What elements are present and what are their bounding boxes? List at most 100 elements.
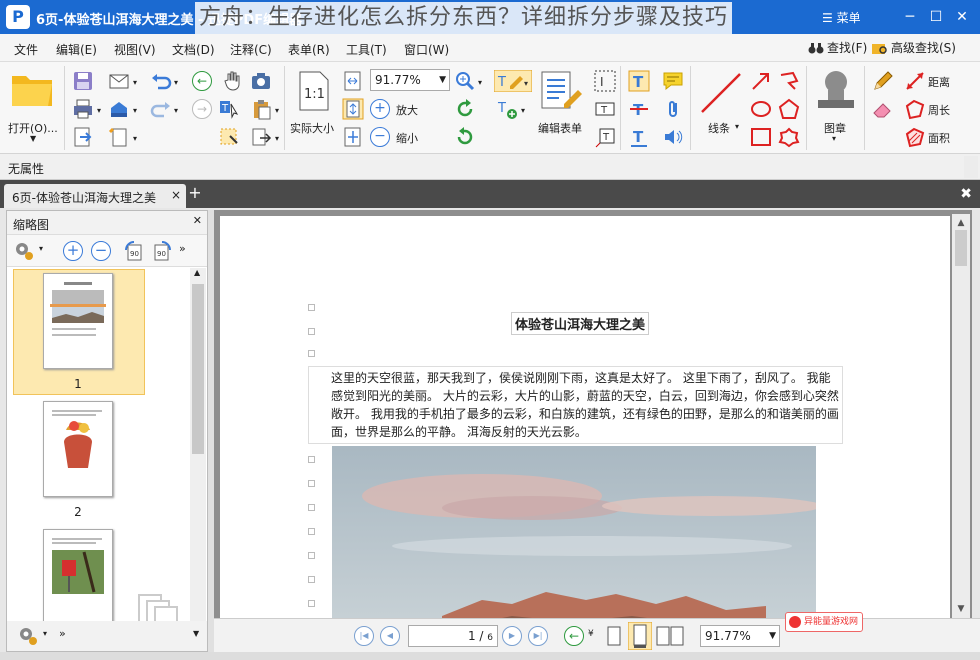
eraser-icon[interactable] xyxy=(872,98,894,120)
email-dropdown-icon[interactable]: ▾ xyxy=(133,78,137,87)
find-button[interactable]: 查找(F) xyxy=(808,39,867,56)
edit-form-label[interactable]: 编辑表单 xyxy=(538,120,582,136)
property-bar-scroll[interactable] xyxy=(964,156,978,178)
new-document-icon[interactable] xyxy=(108,126,130,148)
page-thumbnail-3[interactable] xyxy=(43,529,113,625)
shrink-thumbnails-icon[interactable]: − xyxy=(91,241,111,261)
strikeout-icon[interactable]: T xyxy=(628,98,650,120)
print-dropdown-icon[interactable]: ▾ xyxy=(97,106,101,115)
distance-icon[interactable] xyxy=(904,70,926,92)
continuous-page-icon[interactable] xyxy=(628,622,652,650)
back-icon[interactable]: ← xyxy=(564,626,584,646)
perimeter-label[interactable]: 周长 xyxy=(928,102,950,118)
status-zoom-select[interactable]: 91.77% ▼ xyxy=(700,625,780,647)
edit-content-icon[interactable]: T ▾ xyxy=(494,70,532,92)
scrollbar-thumb[interactable] xyxy=(955,230,967,266)
arrow-tool-icon[interactable] xyxy=(750,70,772,92)
extract-dropdown-icon[interactable]: ▾ xyxy=(275,134,279,143)
add-text-dropdown-icon[interactable]: ▾ xyxy=(521,106,525,115)
line-dropdown-icon[interactable]: ▾ xyxy=(735,122,739,131)
perimeter-icon[interactable] xyxy=(904,98,926,120)
first-page-icon[interactable]: |◀ xyxy=(354,626,374,646)
document-tab[interactable]: 6页-体验苍山洱海大理之美 × xyxy=(4,184,186,208)
scan-icon[interactable] xyxy=(108,98,130,120)
camera-icon[interactable] xyxy=(250,70,272,92)
page-number-input[interactable]: 1 / 6 xyxy=(408,625,498,647)
edit-form-icon[interactable] xyxy=(540,70,586,112)
history-dropdown-icon[interactable]: ¥ xyxy=(588,629,594,639)
fit-visible-icon[interactable] xyxy=(342,126,364,148)
fit-page-icon[interactable] xyxy=(342,98,364,120)
main-menu-button[interactable]: ☰ 菜单 xyxy=(822,9,861,26)
scroll-down-icon[interactable]: ▼ xyxy=(193,629,199,638)
redo-icon[interactable] xyxy=(150,98,172,120)
next-page-icon[interactable]: ▶ xyxy=(502,626,522,646)
options-dropdown-icon[interactable]: ▾ xyxy=(43,629,47,638)
menu-comment[interactable]: 注释(C) xyxy=(230,41,272,58)
maximize-button[interactable]: ☐ xyxy=(926,7,946,27)
note-icon[interactable] xyxy=(662,70,684,92)
gear-dropdown-icon[interactable]: ▾ xyxy=(39,244,43,253)
stamp-icon[interactable] xyxy=(814,68,858,114)
line-tool-icon[interactable] xyxy=(698,70,744,116)
menu-document[interactable]: 文档(D) xyxy=(172,41,215,58)
scrollbar-thumb[interactable] xyxy=(192,284,204,454)
typewriter-icon[interactable]: T xyxy=(628,70,650,92)
email-icon[interactable] xyxy=(108,70,130,92)
gear-icon[interactable] xyxy=(13,240,35,262)
page-thumbnail-1[interactable] xyxy=(43,273,113,369)
menu-tools[interactable]: 工具(T) xyxy=(346,41,387,58)
previous-view-icon[interactable]: ← xyxy=(192,71,212,91)
scan-dropdown-icon[interactable]: ▾ xyxy=(133,106,137,115)
new-tab-icon[interactable]: + xyxy=(187,185,203,201)
rotate-right-icon[interactable] xyxy=(454,126,476,148)
pencil-icon[interactable] xyxy=(872,70,894,92)
area-icon[interactable] xyxy=(904,126,926,148)
polyline-tool-icon[interactable] xyxy=(778,70,800,92)
zoom-in-label[interactable]: 放大 xyxy=(396,102,418,118)
zoom-in-icon[interactable]: + xyxy=(370,99,390,119)
sound-icon[interactable] xyxy=(662,126,684,148)
magnifier-icon[interactable] xyxy=(454,70,476,92)
close-window-button[interactable]: ✕ xyxy=(952,7,972,27)
enlarge-thumbnails-icon[interactable]: + xyxy=(63,241,83,261)
menu-window[interactable]: 窗口(W) xyxy=(404,41,449,58)
area-label[interactable]: 面积 xyxy=(928,130,950,146)
underline-icon[interactable]: T xyxy=(628,126,650,148)
stamp-dropdown-icon[interactable]: ▾ xyxy=(832,134,836,143)
paste-icon[interactable] xyxy=(250,98,272,120)
rectangle-tool-icon[interactable] xyxy=(750,126,772,148)
document-scrollbar[interactable]: ▲ ▼ xyxy=(952,214,970,618)
thumbnail-scrollbar[interactable]: ▲ xyxy=(190,268,206,651)
polygon-tool-icon[interactable] xyxy=(778,98,800,120)
zoom-out-label[interactable]: 缩小 xyxy=(396,130,418,146)
export-icon[interactable] xyxy=(72,126,94,148)
open-dropdown-icon[interactable]: ▼ xyxy=(30,134,36,143)
distance-label[interactable]: 距离 xyxy=(928,74,950,90)
undo-icon[interactable] xyxy=(150,70,172,92)
hand-tool-icon[interactable] xyxy=(222,70,244,92)
scroll-up-icon[interactable]: ▲ xyxy=(954,216,968,230)
rotate-page-cw-icon[interactable]: 90 xyxy=(151,240,173,262)
add-text-icon[interactable]: T xyxy=(496,98,518,120)
callout-icon[interactable]: T xyxy=(594,126,616,148)
thumbnail-options-gear-icon[interactable] xyxy=(17,625,39,647)
last-page-icon[interactable]: ▶| xyxy=(528,626,548,646)
print-icon[interactable] xyxy=(72,98,94,120)
line-label[interactable]: 线条 xyxy=(708,120,730,136)
tab-close-icon[interactable]: × xyxy=(171,188,181,202)
scroll-down-icon[interactable]: ▼ xyxy=(954,602,968,616)
page-thumbnail-2[interactable] xyxy=(43,401,113,497)
ellipse-tool-icon[interactable] xyxy=(750,98,772,120)
document-heading[interactable]: 体验苍山洱海大理之美 xyxy=(511,312,650,335)
menu-view[interactable]: 视图(V) xyxy=(114,41,156,58)
scroll-up-icon[interactable]: ▲ xyxy=(194,268,200,277)
rotate-page-ccw-icon[interactable]: 90 xyxy=(123,240,145,262)
open-folder-icon[interactable] xyxy=(10,70,56,110)
actual-size-label[interactable]: 实际大小 xyxy=(290,120,334,136)
previous-page-icon[interactable]: ◀ xyxy=(380,626,400,646)
minimize-button[interactable]: ─ xyxy=(900,7,920,27)
document-paragraph[interactable]: 这里的天空很蓝，那天我到了，侯侯说刚刚下雨，这真是太好了。 这里下雨了，刮风了。… xyxy=(308,366,843,444)
save-icon[interactable] xyxy=(72,70,94,92)
cloud-tool-icon[interactable] xyxy=(778,126,800,148)
